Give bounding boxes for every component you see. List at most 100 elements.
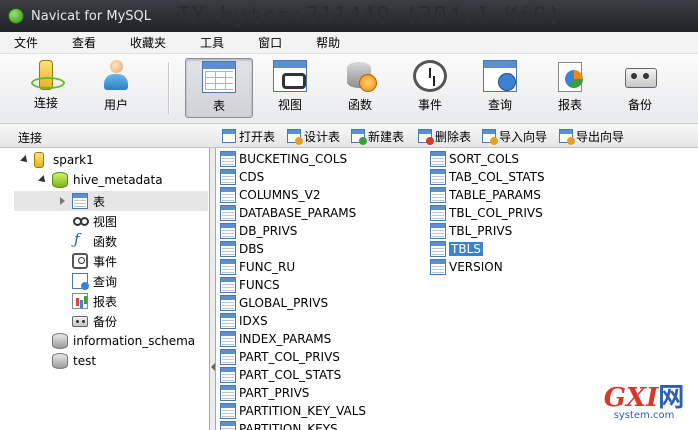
function-icon xyxy=(343,60,377,92)
tree-node-database[interactable]: test xyxy=(52,351,96,371)
menu-file[interactable]: 文件 xyxy=(0,34,48,51)
tree-node-events[interactable]: 事件 xyxy=(72,251,117,271)
design-table-button[interactable]: 设计表 xyxy=(287,127,340,145)
functions-label: 函数 xyxy=(93,234,118,249)
table-item[interactable]: DBS xyxy=(220,240,264,258)
table-item[interactable]: CDS xyxy=(220,168,264,186)
connection-name: spark1 xyxy=(53,153,94,167)
report-button[interactable]: 报表 xyxy=(536,58,604,118)
view-glasses-icon xyxy=(273,60,307,92)
tree-node-connection[interactable]: spark1 xyxy=(20,150,94,170)
object-toolbar: 连接 打开表 设计表 新建表 删除表 导入向导 导出向导 xyxy=(0,124,698,148)
export-icon xyxy=(559,129,575,145)
menu-bar: 文件 查看 收藏夹 工具 窗口 帮助 xyxy=(0,32,698,54)
backup-button[interactable]: 备份 xyxy=(606,58,674,118)
clock-icon xyxy=(413,60,447,92)
table-icon xyxy=(220,421,236,430)
table-name: BUCKETING_COLS xyxy=(239,152,348,166)
tree-node-tables[interactable]: 表 xyxy=(14,191,208,211)
table-name: FUNCS xyxy=(239,278,280,292)
function-button[interactable]: 函数 xyxy=(326,58,394,118)
table-name: PARTITION_KEY_VALS xyxy=(239,404,367,418)
table-icon xyxy=(430,205,446,221)
tree-node-views[interactable]: 视图 xyxy=(72,211,117,231)
table-item[interactable]: TABLE_PARAMS xyxy=(430,186,541,204)
table-name: TABLE_PARAMS xyxy=(449,188,541,202)
import-wizard-label: 导入向导 xyxy=(499,129,548,144)
table-item[interactable]: PARTITION_KEYS xyxy=(220,420,338,430)
table-item[interactable]: FUNC_RU xyxy=(220,258,295,276)
collapse-arrow-icon[interactable] xyxy=(58,196,68,206)
table-icon xyxy=(220,313,236,329)
open-table-button[interactable]: 打开表 xyxy=(222,127,275,145)
events-label: 事件 xyxy=(93,254,118,269)
tree-node-database[interactable]: hive_metadata xyxy=(38,170,163,190)
user-button[interactable]: 用户 xyxy=(82,58,150,118)
menu-tools[interactable]: 工具 xyxy=(186,34,234,51)
table-item[interactable]: SORT_COLS xyxy=(430,150,519,168)
table-item[interactable]: INDEX_PARAMS xyxy=(220,330,331,348)
navicat-logo-icon xyxy=(8,8,24,24)
menu-view[interactable]: 查看 xyxy=(58,34,106,51)
table-name: COLUMNS_V2 xyxy=(239,188,321,202)
table-name: CDS xyxy=(239,170,265,184)
background-terminal-text: TX bytes:311449 (304.1 KiB) xyxy=(176,3,562,29)
export-wizard-button[interactable]: 导出向导 xyxy=(559,127,624,145)
table-item[interactable]: FUNCS xyxy=(220,276,280,294)
query-icon xyxy=(483,60,517,92)
table-item[interactable]: PART_COL_PRIVS xyxy=(220,348,340,366)
new-table-label: 新建表 xyxy=(368,129,405,144)
main-toolbar: 连接 用户 表 视图 函数 事件 查询 报表 备份 xyxy=(0,54,698,124)
reports-label: 报表 xyxy=(93,294,118,309)
tree-node-database[interactable]: information_schema xyxy=(52,331,195,351)
backup-label: 备份 xyxy=(627,98,652,112)
table-item[interactable]: PART_PRIVS xyxy=(220,384,309,402)
table-item[interactable]: DB_PRIVS xyxy=(220,222,297,240)
event-button[interactable]: 事件 xyxy=(396,58,464,118)
connection-icon xyxy=(34,152,44,168)
table-name: DATABASE_PARAMS xyxy=(239,206,357,220)
table-item[interactable]: PARTITION_KEY_VALS xyxy=(220,402,366,420)
table-icon xyxy=(220,331,236,347)
new-table-button[interactable]: 新建表 xyxy=(351,127,404,145)
table-item[interactable]: TBL_PRIVS xyxy=(430,222,512,240)
expand-arrow-icon[interactable] xyxy=(20,155,30,165)
menu-window[interactable]: 窗口 xyxy=(244,34,292,51)
table-item[interactable]: TBL_COL_PRIVS xyxy=(430,204,543,222)
table-item[interactable]: BUCKETING_COLS xyxy=(220,150,347,168)
database-icon xyxy=(52,333,68,349)
table-item[interactable]: COLUMNS_V2 xyxy=(220,186,321,204)
view-button[interactable]: 视图 xyxy=(256,58,324,118)
table-item[interactable]: IDXS xyxy=(220,312,268,330)
delete-table-button[interactable]: 删除表 xyxy=(418,127,471,145)
query-button[interactable]: 查询 xyxy=(466,58,534,118)
table-icon xyxy=(220,259,236,275)
table-item[interactable]: GLOBAL_PRIVS xyxy=(220,294,328,312)
import-icon xyxy=(482,129,498,145)
table-icon xyxy=(430,241,446,257)
table-item[interactable]: DATABASE_PARAMS xyxy=(220,204,356,222)
menu-favorites[interactable]: 收藏夹 xyxy=(116,34,176,51)
tree-node-reports[interactable]: 报表 xyxy=(72,291,117,311)
table-item[interactable]: VERSION xyxy=(430,258,503,276)
tree-node-functions[interactable]: 函数 xyxy=(72,230,118,251)
connect-button[interactable]: 连接 xyxy=(12,58,80,118)
new-table-icon xyxy=(351,129,367,145)
table-name: VERSION xyxy=(449,260,503,274)
table-item[interactable]: TBLS xyxy=(430,240,483,258)
table-item[interactable]: TAB_COL_STATS xyxy=(430,168,545,186)
window-title: Navicat for MySQL xyxy=(31,8,151,24)
menu-help[interactable]: 帮助 xyxy=(302,34,350,51)
event-icon xyxy=(72,253,88,269)
backups-label: 备份 xyxy=(93,314,118,329)
table-button[interactable]: 表 xyxy=(185,58,253,118)
table-icon xyxy=(430,151,446,167)
import-wizard-button[interactable]: 导入向导 xyxy=(482,127,547,145)
tree-node-queries[interactable]: 查询 xyxy=(72,271,117,291)
table-item[interactable]: PART_COL_STATS xyxy=(220,366,341,384)
database-name: information_schema xyxy=(73,334,196,348)
queries-label: 查询 xyxy=(93,274,118,289)
table-icon xyxy=(202,61,236,93)
tree-node-backups[interactable]: 备份 xyxy=(72,311,117,331)
expand-arrow-icon[interactable] xyxy=(38,175,48,185)
